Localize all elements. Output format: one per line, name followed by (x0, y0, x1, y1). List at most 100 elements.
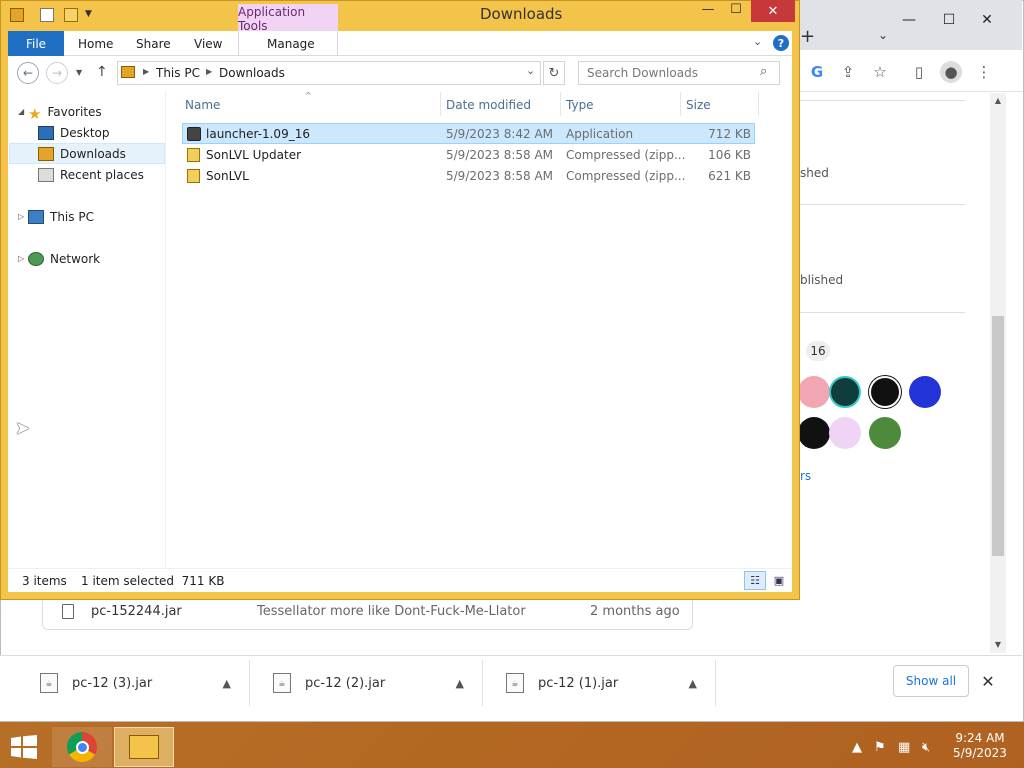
address-dropdown-icon[interactable]: ⌄ (526, 64, 535, 77)
file-date: 5/9/2023 8:42 AM (446, 126, 554, 141)
page-scrollbar-thumb[interactable] (992, 316, 1004, 556)
file-row[interactable]: launcher-1.09_16 5/9/2023 8:42 AM Applic… (182, 123, 755, 144)
show-all-button[interactable]: Show all (893, 665, 969, 697)
contributor-avatar[interactable] (829, 417, 861, 449)
close-button[interactable]: ✕ (751, 0, 795, 22)
recent-locations-icon[interactable]: ▼ (76, 68, 82, 77)
nav-favorites-label: Favorites (47, 104, 102, 119)
up-icon[interactable]: ↑ (96, 64, 108, 80)
large-icons-view-icon[interactable]: ▣ (769, 571, 789, 590)
maximize-button[interactable]: ☐ (722, 2, 750, 22)
breadcrumb-chevron-icon[interactable]: ▶ (206, 67, 212, 76)
contributor-avatar[interactable] (909, 376, 941, 408)
new-tab-icon[interactable]: + (800, 26, 815, 47)
commit-message[interactable]: Tessellator more like Dont-Fuck-Me-Llato… (257, 604, 526, 619)
repo-file-name[interactable]: pc-152244.jar (91, 604, 182, 619)
breadcrumb-chevron-icon[interactable]: ▶ (143, 67, 149, 76)
jar-file-icon: ☕ (40, 673, 58, 693)
forward-icon[interactable]: → (46, 62, 68, 84)
zip-folder-icon (187, 168, 200, 183)
expand-ribbon-icon[interactable]: ⌄ (753, 35, 762, 48)
action-center-flag-icon[interactable]: ⚑ (874, 740, 886, 755)
minimize-button[interactable]: — (694, 2, 722, 22)
breadcrumb-downloads[interactable]: Downloads (219, 66, 285, 80)
nav-this-pc[interactable]: This PC (28, 206, 94, 227)
column-divider[interactable] (440, 92, 441, 116)
quick-access-dropdown-icon[interactable]: ▼ (85, 9, 92, 19)
details-view-icon[interactable]: ☷ (744, 571, 766, 590)
back-icon[interactable]: ← (17, 62, 39, 84)
search-input[interactable]: Search Downloads (587, 66, 698, 80)
sort-ascending-icon: ^ (305, 91, 312, 100)
contributor-avatar[interactable] (798, 417, 830, 449)
expand-this-pc-icon[interactable]: ▷ (18, 212, 24, 221)
profile-icon[interactable]: ● (940, 61, 962, 83)
chevron-up-icon[interactable]: ▲ (456, 677, 464, 690)
folder-icon (129, 735, 159, 759)
nav-network[interactable]: Network (28, 248, 100, 269)
new-folder-icon[interactable] (64, 8, 78, 22)
ribbon-bar (8, 31, 792, 56)
chevron-up-icon[interactable]: ▲ (689, 677, 697, 690)
nav-favorites[interactable]: ★ Favorites (28, 101, 102, 123)
contributor-avatar[interactable] (829, 376, 861, 408)
tab-share[interactable]: Share (136, 37, 171, 51)
nav-desktop[interactable]: Desktop (38, 122, 110, 143)
start-button[interactable] (0, 727, 48, 767)
column-header-date[interactable]: Date modified (446, 98, 531, 112)
tab-manage[interactable]: Manage (267, 37, 315, 51)
taskbar-clock[interactable]: 9:24 AM 5/9/2023 (946, 731, 1014, 761)
download-item[interactable]: ☕ pc-12 (1).jar ▲ (486, 660, 716, 706)
tab-file[interactable]: File (8, 31, 64, 56)
mouse-cursor-icon: ➤ (15, 418, 31, 439)
nav-recent-places[interactable]: Recent places (38, 164, 144, 185)
close-shelf-icon[interactable]: ✕ (978, 668, 998, 694)
show-hidden-icons-icon[interactable]: ▲ (852, 740, 862, 755)
scroll-up-icon[interactable]: ▲ (990, 93, 1006, 107)
chrome-close-button[interactable]: ✕ (966, 0, 1008, 40)
refresh-icon[interactable]: ↻ (543, 61, 565, 85)
search-icon[interactable]: ⌕ (760, 64, 767, 79)
share-icon[interactable]: ⇪ (837, 61, 859, 83)
column-header-size[interactable]: Size (686, 98, 711, 112)
contributor-avatar[interactable] (869, 376, 901, 408)
application-tools-tab[interactable]: Application Tools (238, 4, 338, 33)
column-divider[interactable] (758, 92, 759, 116)
collapse-favorites-icon[interactable]: ◢ (18, 107, 24, 116)
file-type: Compressed (zipp... (566, 168, 686, 183)
divider (800, 100, 965, 101)
scroll-down-icon[interactable]: ▼ (990, 637, 1006, 651)
breadcrumb-this-pc[interactable]: This PC (156, 66, 200, 80)
column-divider[interactable] (680, 92, 681, 116)
download-item[interactable]: ☕ pc-12 (2).jar ▲ (253, 660, 483, 706)
column-header-name[interactable]: Name (185, 98, 220, 112)
explorer-taskbar-button[interactable] (114, 727, 174, 767)
expand-network-icon[interactable]: ▷ (18, 254, 24, 263)
menu-kebab-icon[interactable]: ⋮ (973, 61, 995, 83)
status-item-count: 3 items (22, 574, 67, 588)
tab-view[interactable]: View (194, 37, 222, 51)
windows-logo-icon (11, 735, 37, 759)
side-panel-icon[interactable]: ▯ (908, 61, 930, 83)
file-row[interactable]: SonLVL 5/9/2023 8:58 AM Compressed (zipp… (182, 165, 755, 186)
google-lens-icon[interactable]: G (806, 61, 828, 83)
chrome-taskbar-button[interactable] (52, 727, 112, 767)
contributor-avatar[interactable] (798, 376, 830, 408)
volume-muted-icon[interactable]: 🔇︎ (922, 740, 930, 755)
properties-icon[interactable] (40, 8, 54, 22)
jar-file-icon: ☕ (273, 673, 291, 693)
contributor-avatar[interactable] (869, 417, 901, 449)
zip-folder-icon (187, 147, 200, 162)
help-icon[interactable]: ? (773, 35, 789, 51)
tab-home[interactable]: Home (78, 37, 113, 51)
clock-date: 5/9/2023 (953, 746, 1007, 760)
file-row[interactable]: SonLVL Updater 5/9/2023 8:58 AM Compress… (182, 144, 755, 165)
network-status-icon[interactable]: ▦ (898, 740, 910, 755)
bookmark-star-icon[interactable]: ☆ (869, 61, 891, 83)
column-divider[interactable] (560, 92, 561, 116)
nav-downloads[interactable]: Downloads (38, 143, 126, 164)
chevron-up-icon[interactable]: ▲ (223, 677, 231, 690)
download-item[interactable]: ☕ pc-12 (3).jar ▲ (20, 660, 250, 706)
column-header-type[interactable]: Type (566, 98, 594, 112)
contributors-link[interactable]: rs (800, 469, 811, 483)
